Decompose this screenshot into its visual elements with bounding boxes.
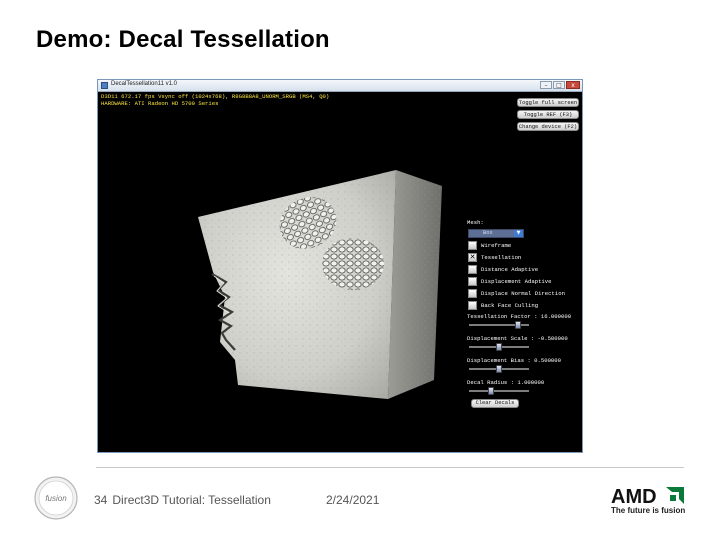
checkbox-box[interactable] <box>468 277 477 286</box>
checkbox-box[interactable] <box>468 241 477 250</box>
checkbox-label: Distance Adaptive <box>481 266 539 273</box>
fusion-logo: fusion <box>34 476 78 520</box>
tessellation-factor-slider[interactable] <box>469 321 529 329</box>
slider-thumb[interactable] <box>514 321 521 329</box>
checkbox-label: Tessellation <box>481 254 522 261</box>
checkbox-box[interactable] <box>468 289 477 298</box>
decal-radius-label: Decal Radius : 1.000000 <box>467 379 545 386</box>
checkbox-box[interactable] <box>468 301 477 310</box>
tessellation-factor-label: Tessellation Factor : 16.000000 <box>467 313 572 320</box>
footer-title: Direct3D Tutorial: Tessellation <box>112 493 271 507</box>
stats-line-fps: D3D11 672.17 fps Vsync off (1024x768), R… <box>101 93 330 100</box>
page-number: 34 <box>94 493 108 507</box>
checkbox-box[interactable] <box>468 265 477 274</box>
checkbox-label: Wireframe <box>481 242 512 249</box>
mesh-select-value: Box <box>483 230 493 236</box>
decal-lower <box>322 238 384 290</box>
footer-date: 2/24/2021 <box>326 493 380 507</box>
slider-thumb[interactable] <box>496 343 502 351</box>
footer-caption: 34 Direct3D Tutorial: Tessellation <box>94 493 271 507</box>
change-device-button[interactable]: Change device (F2) <box>517 122 579 131</box>
checkbox-label: Back Face Culling <box>481 302 539 309</box>
chevron-down-icon[interactable]: ▼ <box>514 230 523 237</box>
window-titlebar[interactable]: DecalTessellation11 v1.0 – □ x <box>98 80 582 92</box>
close-button[interactable]: x <box>566 81 580 89</box>
render-viewport[interactable]: D3D11 672.17 fps Vsync off (1024x768), R… <box>98 92 582 452</box>
slide-title: Demo: Decal Tessellation <box>36 26 330 53</box>
window-controls: – □ x <box>540 81 580 89</box>
displacement-scale-slider[interactable] <box>469 343 529 351</box>
amd-tagline: The future is fusion <box>611 506 686 515</box>
stats-overlay: D3D11 672.17 fps Vsync off (1024x768), R… <box>101 93 329 107</box>
app-icon <box>101 82 108 89</box>
footer-divider <box>96 467 684 468</box>
checkbox-label: Displacement Adaptive <box>481 278 552 285</box>
decal-radius-slider[interactable] <box>469 387 529 395</box>
displacement-scale-label: Displacement Scale : -0.500000 <box>467 335 568 342</box>
toggle-fullscreen-button[interactable]: Toggle full screen <box>517 98 579 107</box>
maximize-button[interactable]: □ <box>553 81 565 89</box>
mesh-label: Mesh: <box>467 219 484 226</box>
amd-logo: AMD <box>611 486 684 506</box>
mesh-select[interactable]: Box ▼ <box>468 229 524 238</box>
checkbox-label: Displace Normal Direction <box>481 290 565 297</box>
slider-thumb[interactable] <box>496 365 502 373</box>
clear-decals-button[interactable]: Clear Decals <box>471 399 519 408</box>
stats-line-hardware: HARDWARE: ATI Radeon HD 5700 Series <box>101 100 219 107</box>
window-title: DecalTessellation11 v1.0 <box>111 81 177 87</box>
toggle-ref-button[interactable]: Toggle REF (F3) <box>517 110 579 119</box>
app-window: DecalTessellation11 v1.0 – □ x D3D11 672… <box>97 79 583 453</box>
displacement-bias-label: Displacement Bias : 0.500000 <box>467 357 561 364</box>
displacement-bias-slider[interactable] <box>469 365 529 373</box>
check-mark-icon[interactable]: ✕ <box>468 253 477 262</box>
amd-logo-text: AMD <box>611 486 657 506</box>
fusion-logo-text: fusion <box>45 494 67 503</box>
cube-right-face-texture <box>388 170 442 399</box>
minimize-button[interactable]: – <box>540 81 552 89</box>
slider-thumb[interactable] <box>487 387 494 395</box>
